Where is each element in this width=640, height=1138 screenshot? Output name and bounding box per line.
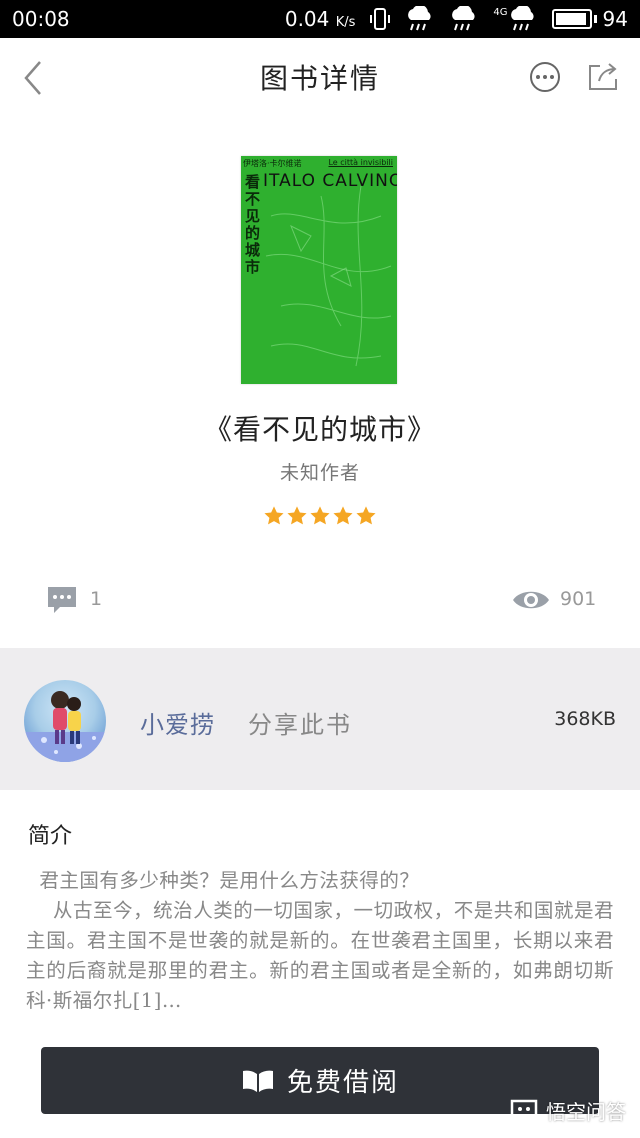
more-options-icon[interactable] [530,62,560,92]
battery-percent: 94 [602,7,628,31]
network-type: 4G [493,6,508,18]
battery-indicator: 94 [551,7,628,31]
star-icon [264,506,284,525]
sharer-panel: 小爱捞 分享此书 368KB [0,648,640,790]
share-action-text: 分享此书 [248,711,352,739]
battery-fill [555,13,586,25]
share-icon[interactable] [587,60,619,92]
comment-icon[interactable] [46,585,78,615]
cover-title: 看不见的城市 [245,173,261,276]
status-bar: 00:08 0.04 K/s 4G 94 [0,0,640,38]
intro-heading: 简介 [28,824,73,849]
free-borrow-label: 免费借阅 [286,1068,399,1098]
star-icon [287,506,307,525]
avatar-illustration [24,691,106,762]
watermark: 悟空问答 [508,1096,626,1125]
star-icon [310,506,330,525]
cover-publisher-line: 伊塔洛·卡尔维诺 [243,159,302,168]
signal-strength-icon [510,6,534,31]
intro-text: 君主国有多少种类？是用什么方法获得的？ 从古至今，统治人类的一切国家，一切政权，… [26,869,614,1012]
wukong-logo-icon [510,1099,538,1125]
vibrate-icon [370,8,391,30]
top-bar: 图书详情 [0,38,640,116]
net-speed: 0.04 K/s [285,7,356,31]
rating-stars [0,505,640,527]
back-icon[interactable] [20,58,50,98]
cover-author-banner: ITALO CALVINO [263,171,397,191]
book-cover[interactable]: 伊塔洛·卡尔维诺 Le città invisibili ITALO CALVI… [241,156,397,384]
file-size: 368KB [554,708,616,730]
comment-count: 1 [90,588,103,610]
star-icon [333,506,353,525]
views-eye-icon [513,591,549,609]
net-speed-value: 0.04 [284,7,330,31]
signal-rain-icon [452,6,475,31]
book-title: 《看不见的城市》 [203,413,436,446]
star-icon [356,506,376,525]
status-icons: 0.04 K/s 4G 94 [285,6,628,32]
weather-rain-icon [408,6,431,31]
watermark-text: 悟空问答 [546,1100,626,1124]
page-title: 图书详情 [259,62,380,95]
avatar[interactable] [24,680,106,762]
cover-original-title: Le città invisibili [328,158,393,167]
battery-icon [551,9,592,29]
book-author: 未知作者 [279,462,360,484]
sharer-name[interactable]: 小爱捞 [140,705,215,740]
book-open-icon [242,1070,273,1092]
view-count: 901 [560,588,597,610]
clock: 00:08 [12,7,70,31]
net-speed-unit: K/s [335,15,356,30]
